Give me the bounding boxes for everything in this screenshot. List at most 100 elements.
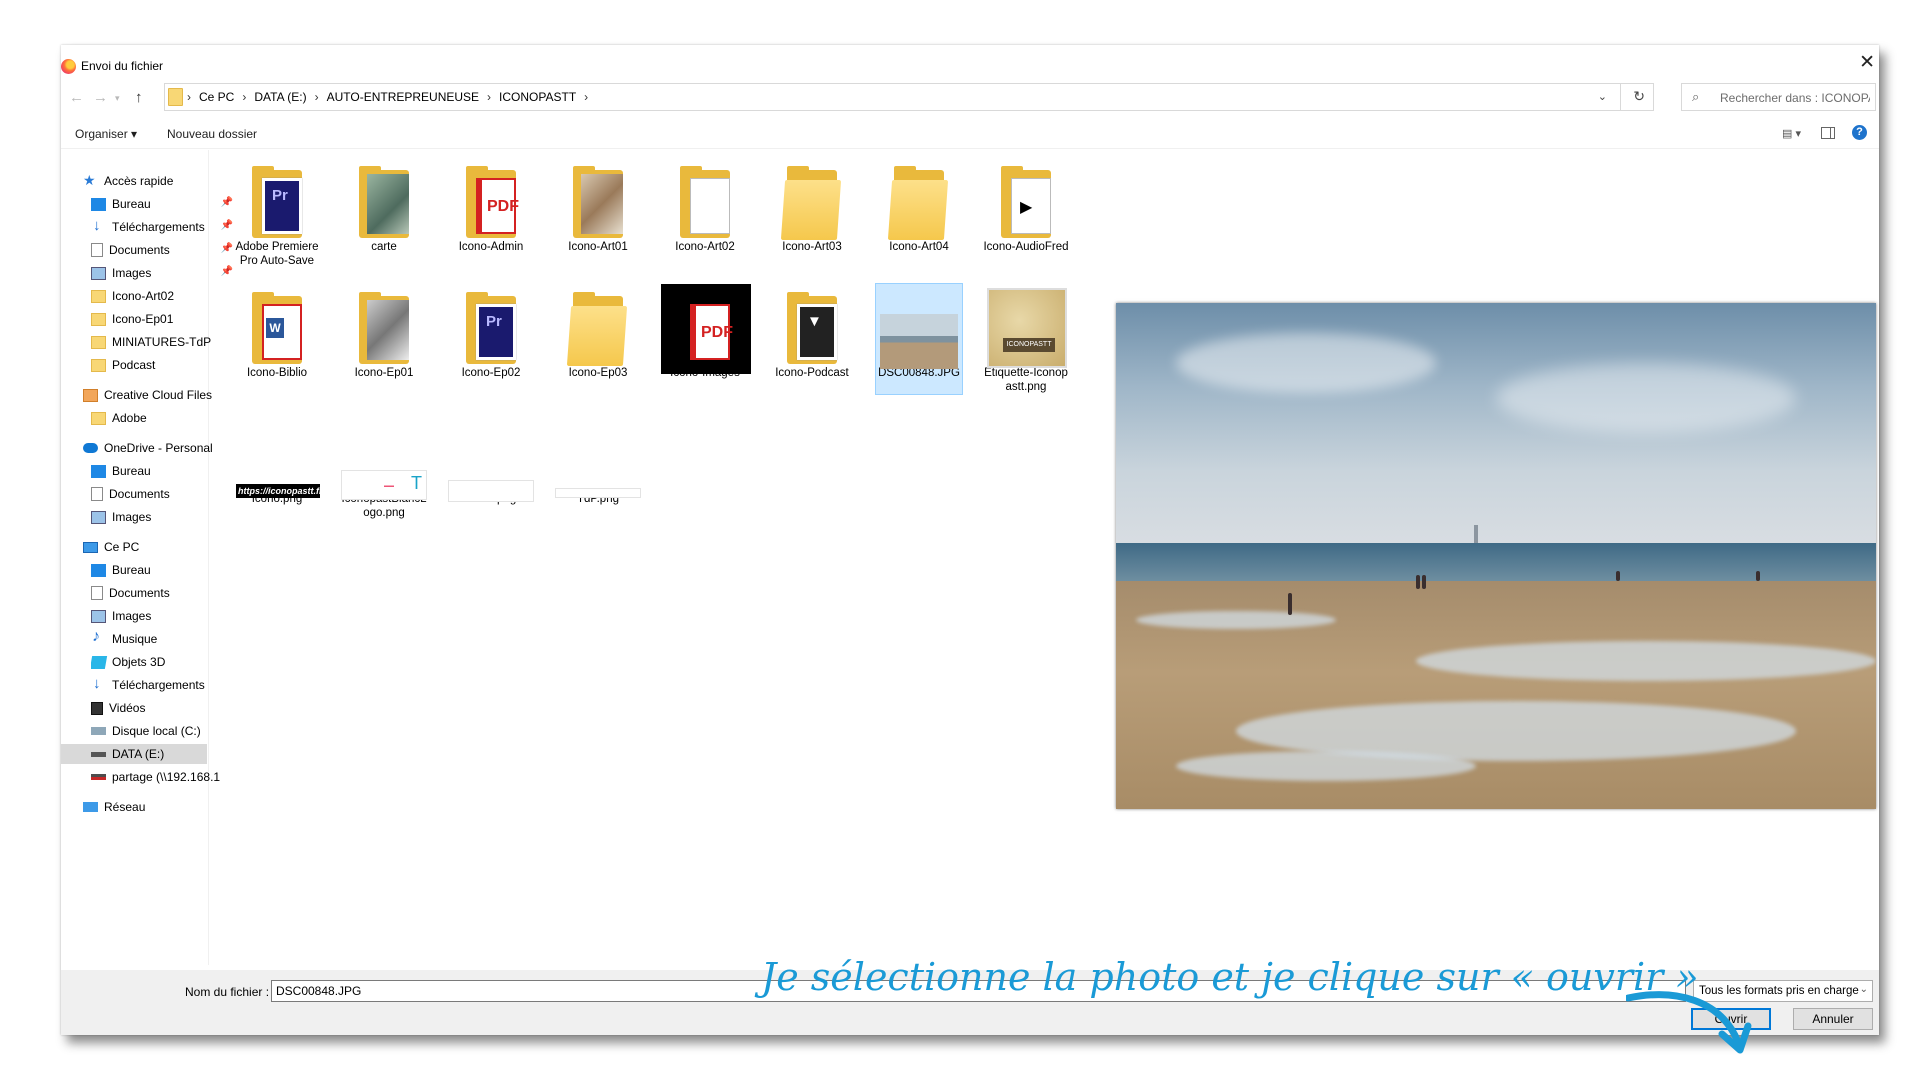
nav-qa-art02[interactable]: Icono-Art02 [91,286,237,306]
preview-pane-icon[interactable] [1821,127,1835,139]
folder-icon [555,158,641,258]
file-tile[interactable]: ▶ Icono-AudioFred [983,158,1069,254]
nav-pc-desktop[interactable]: Bureau [91,560,237,580]
search-box[interactable]: ⌕ Rechercher dans : ICONOPA... [1681,83,1876,111]
breadcrumb-ce-pc[interactable]: Ce PC [199,90,234,104]
close-icon[interactable]: ✕ [1859,51,1875,74]
window-title: Envoi du fichier [81,59,164,73]
file-tile[interactable]: Icono-Art01 [555,158,641,254]
nav-onedrive[interactable]: OneDrive - Personal [83,438,229,458]
address-dropdown-icon[interactable]: ⌄ [1598,90,1607,103]
folder-icon [341,158,427,258]
star-icon [83,172,98,189]
nav-qa-documents[interactable]: Documents 📌 [91,240,237,260]
document-icon [91,487,103,501]
nav-qa-downloads[interactable]: Téléchargements📌 [91,217,237,237]
nav-pc-local-disk[interactable]: Disque local (C:) [91,721,237,741]
file-tile[interactable]: Icono-Ep01 [341,284,427,380]
images-icon [91,266,106,280]
nav-this-pc[interactable]: Ce PC [83,537,229,557]
file-tile-selected[interactable]: DSC00848.JPG [875,283,963,395]
breadcrumb: › Ce PC › DATA (E:) › AUTO-ENTREPREUNEUS… [187,90,589,104]
folder-icon [168,88,183,106]
file-tile[interactable]: Merci.png [448,410,534,506]
preview-pane-image [1116,303,1876,809]
help-icon[interactable]: ? [1852,125,1867,140]
nav-pc-downloads[interactable]: Téléchargements [91,675,237,695]
nav-quick-access[interactable]: Accès rapide [83,171,229,191]
back-arrow-icon[interactable]: ← [69,89,84,106]
file-tile[interactable]: PDF Icono-Images [661,284,751,380]
file-tile[interactable]: Icono-Ep03 [555,284,641,380]
refresh-icon[interactable]: ↻ [1633,88,1645,105]
view-options-icon[interactable]: ▤ ▾ [1782,127,1801,140]
nav-pc-3d[interactable]: Objets 3D [91,652,237,672]
folder-icon [91,335,106,349]
firefox-icon [61,59,76,74]
file-tile[interactable]: PDF Icono-Admin [448,158,534,254]
file-tile[interactable]: ▬▬T IconopastBlancLogo.png [341,410,427,520]
nav-pc-videos[interactable]: Vidéos [91,698,237,718]
drive-icon [91,751,106,757]
up-arrow-icon[interactable]: ↑ [135,89,143,106]
images-icon [91,609,106,623]
file-open-dialog: Envoi du fichier ✕ ← → ▾ ↑ › Ce PC › DAT… [61,45,1879,1054]
folder-icon: Pr [448,284,534,384]
nav-od-documents[interactable]: Documents [91,484,237,504]
file-tile[interactable]: carte [341,158,427,254]
pin-icon: 📌 [220,220,233,231]
address-bar[interactable]: › Ce PC › DATA (E:) › AUTO-ENTREPREUNEUS… [164,83,1654,111]
network-drive-icon [91,774,106,780]
recent-dropdown-icon[interactable]: ▾ [115,93,120,104]
pin-icon: 📌 [220,197,233,208]
nav-pc-images[interactable]: Images [91,606,237,626]
file-tile[interactable]: Pr Adobe Premiere Pro Auto-Save [234,158,320,268]
annotation-arrow-icon [1626,991,1752,1054]
breadcrumb-iconopastt[interactable]: ICONOPASTT [499,90,576,104]
file-tile[interactable]: https://iconopastt.fr/ Icono.png [234,410,320,506]
nav-creative-cloud[interactable]: Creative Cloud Files [83,385,229,405]
search-placeholder: Rechercher dans : ICONOPA... [1720,91,1870,105]
breadcrumb-auto-entrepreuneuse[interactable]: AUTO-ENTREPREUNEUSE [327,90,479,104]
file-tile[interactable]: TdP.png [555,410,641,506]
file-tile[interactable]: Pr Icono-Ep02 [448,284,534,380]
forward-arrow-icon[interactable]: → [93,89,108,106]
folder-icon: W [234,284,320,384]
image-thumbnail [448,410,534,510]
file-tile[interactable]: ICONOPASTT Etiquette-Iconopastt.png [983,284,1069,394]
file-tile[interactable]: W Icono-Biblio [234,284,320,380]
nav-qa-miniatures[interactable]: MINIATURES-TdP [91,332,237,352]
nav-qa-podcast[interactable]: Podcast [91,355,237,375]
nav-qa-desktop[interactable]: Bureau 📌 [91,194,237,214]
nav-pc-documents[interactable]: Documents [91,583,237,603]
file-tile[interactable]: ▼ Icono-Podcast [769,284,855,380]
nav-pc-music[interactable]: Musique [91,629,237,649]
pin-icon: 📌 [220,243,233,254]
nav-qa-images[interactable]: Images 📌 [91,263,237,283]
file-tile[interactable]: Icono-Art02 [662,158,748,254]
download-icon [91,217,106,234]
nav-qa-ep01[interactable]: Icono-Ep01 [91,309,237,329]
nav-od-images[interactable]: Images [91,507,237,527]
video-icon [91,701,103,715]
images-icon [91,510,106,524]
new-folder-button[interactable]: Nouveau dossier [167,127,257,141]
search-icon: ⌕ [1692,89,1700,104]
desktop-icon [91,464,106,478]
file-tile[interactable]: Icono-Art04 [876,158,962,254]
organize-button[interactable]: Organiser ▾ [75,127,137,141]
cancel-button[interactable]: Annuler [1793,1008,1873,1030]
nav-pc-data[interactable]: DATA (E:) [61,744,207,764]
nav-pc-share[interactable]: partage (\\192.168.1 [91,767,237,787]
file-tile[interactable]: Icono-Art03 [769,158,855,254]
desktop-icon [91,197,106,211]
nav-cc-adobe[interactable]: Adobe [91,408,237,428]
3d-objects-icon [91,655,108,669]
breadcrumb-data[interactable]: DATA (E:) [254,90,306,104]
nav-od-desktop[interactable]: Bureau [91,461,237,481]
chevron-down-icon: ⌄ [1859,984,1868,995]
nav-network[interactable]: Réseau [83,797,229,817]
image-thumbnail: ▬▬ T [341,410,427,510]
folder-icon [91,411,106,425]
folder-icon [341,284,427,384]
